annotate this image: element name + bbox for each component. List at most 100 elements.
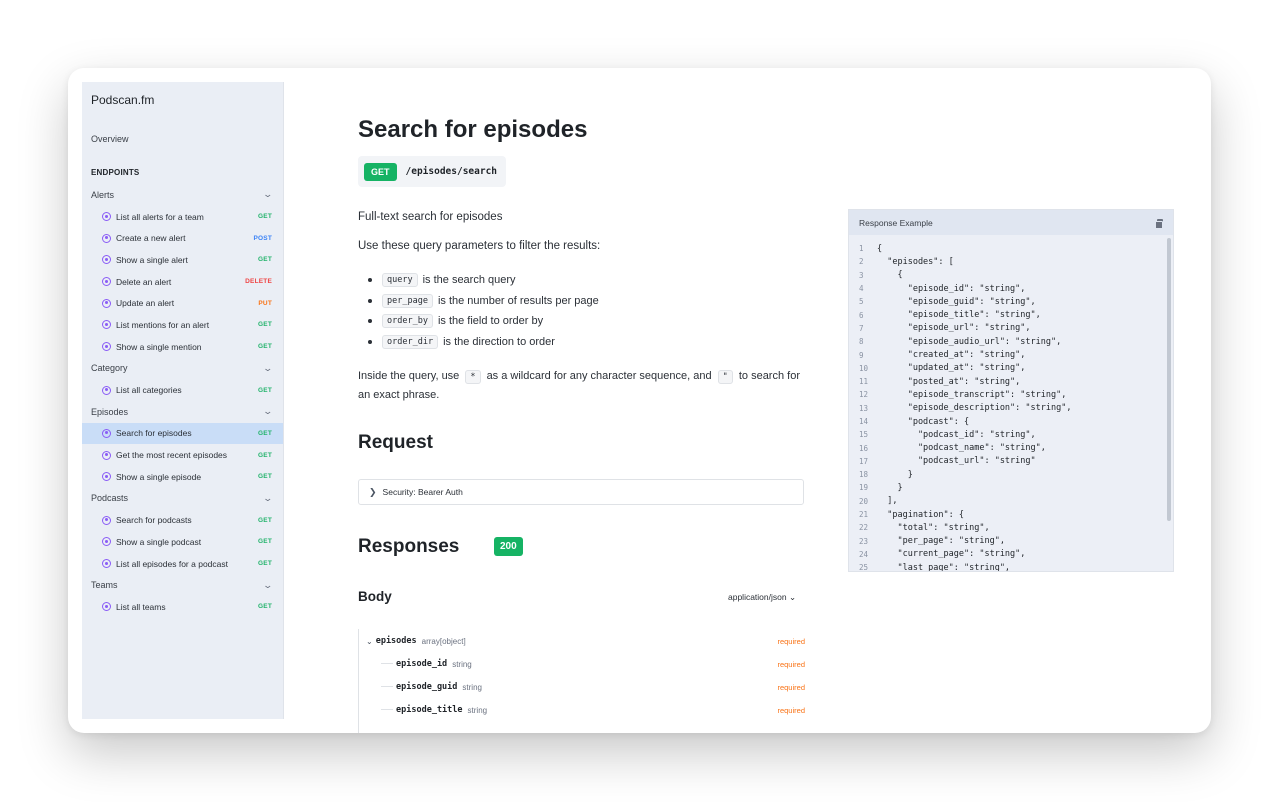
request-heading: Request bbox=[358, 432, 433, 453]
method-badge: GET bbox=[258, 516, 272, 524]
sidebar-category-teams[interactable]: Teams ⌄ bbox=[82, 574, 283, 596]
sidebar-item-label: Create a new alert bbox=[116, 233, 186, 244]
sidebar-item[interactable]: Update an alert PUT bbox=[82, 292, 283, 314]
chevron-down-icon: ⌄ bbox=[262, 492, 274, 503]
code-text: "episode_id": "string", bbox=[877, 283, 1026, 294]
code-scrollbar[interactable] bbox=[1167, 238, 1171, 521]
sidebar-item[interactable]: Show a single alert GET bbox=[82, 249, 283, 271]
param-code: order_by bbox=[382, 314, 433, 329]
response-example-title: Response Example bbox=[859, 217, 933, 228]
line-number: 10 bbox=[859, 363, 869, 373]
method-badge: GET bbox=[258, 538, 272, 546]
line-number: 3 bbox=[859, 270, 864, 280]
schema-field-type: array[object] bbox=[421, 636, 466, 646]
bullet-icon bbox=[368, 319, 372, 324]
code-line: 17 "podcast_url": "string" bbox=[849, 455, 1173, 468]
chevron-right-icon: ❯ bbox=[369, 486, 377, 497]
chevron-down-icon: ⌄ bbox=[262, 579, 274, 590]
code-line: 25 "last_page": "string", bbox=[849, 561, 1173, 571]
chevron-down-icon: ⌄ bbox=[262, 189, 274, 200]
schema-row: episode_id string required bbox=[359, 654, 805, 674]
code-text: "podcast_url": "string" bbox=[877, 456, 1036, 467]
sidebar-category-label: Teams bbox=[91, 580, 118, 591]
code-line: 15 "podcast_id": "string", bbox=[849, 428, 1173, 441]
endpoint-icon bbox=[102, 233, 111, 243]
line-number: 7 bbox=[859, 323, 864, 333]
code-text: "episode_url": "string", bbox=[877, 323, 1031, 334]
sidebar-item[interactable]: Delete an alert DELETE bbox=[82, 271, 283, 293]
method-badge: GET bbox=[258, 560, 272, 568]
method-badge: POST bbox=[253, 234, 272, 242]
code-line: 21 "pagination": { bbox=[849, 508, 1173, 521]
sidebar-item-label: Show a single episode bbox=[116, 471, 202, 482]
sidebar-overview-link[interactable]: Overview bbox=[91, 134, 129, 144]
param-item: order_dir is the direction to order bbox=[368, 332, 599, 353]
main-content: Search for episodes GET /episodes/search… bbox=[358, 68, 818, 733]
param-text: is the search query bbox=[422, 274, 516, 287]
code-line: 24 "current_page": "string", bbox=[849, 548, 1173, 561]
endpoint-icon bbox=[102, 320, 111, 330]
code-text: "episode_audio_url": "string", bbox=[877, 336, 1062, 347]
code-line: 4 "episode_id": "string", bbox=[849, 282, 1173, 295]
endpoint-icon bbox=[102, 537, 111, 547]
sidebar-item[interactable]: List all categories GET bbox=[82, 379, 283, 401]
sidebar-category-category[interactable]: Category ⌄ bbox=[82, 358, 283, 380]
sidebar-category-podcasts[interactable]: Podcasts ⌄ bbox=[82, 488, 283, 510]
code-text: "podcast": { bbox=[877, 416, 970, 427]
security-label: Security: Bearer Auth bbox=[382, 487, 463, 497]
sidebar-item[interactable]: Create a new alert POST bbox=[82, 227, 283, 249]
line-number: 8 bbox=[859, 337, 864, 347]
sidebar-category-alerts[interactable]: Alerts ⌄ bbox=[82, 184, 283, 206]
chevron-down-icon: ⌄ bbox=[262, 362, 274, 373]
sidebar-item-label: Show a single mention bbox=[116, 341, 202, 352]
line-number: 14 bbox=[859, 417, 869, 426]
copy-icon[interactable] bbox=[1155, 218, 1163, 229]
sidebar-item[interactable]: Get the most recent episodes GET bbox=[82, 444, 283, 466]
method-badge: GET bbox=[258, 343, 272, 351]
endpoint-icon bbox=[102, 342, 111, 352]
param-item: per_page is the number of results per pag… bbox=[368, 291, 599, 312]
sidebar-item[interactable]: Show a single podcast GET bbox=[82, 531, 283, 553]
sidebar-category-episodes[interactable]: Episodes ⌄ bbox=[82, 401, 283, 423]
code-text: "updated_at": "string", bbox=[877, 363, 1026, 374]
code-text: "episode_title": "string", bbox=[877, 310, 1041, 321]
sidebar-item[interactable]: Search for episodes GET bbox=[82, 422, 283, 445]
wildcard-code: * bbox=[465, 370, 481, 384]
chevron-down-icon: ⌄ bbox=[366, 636, 373, 646]
sidebar-item-label: List all alerts for a team bbox=[116, 211, 204, 222]
sidebar-item[interactable]: List all alerts for a team GET bbox=[82, 206, 283, 228]
code-line: 3 { bbox=[849, 269, 1173, 282]
line-number: 22 bbox=[859, 523, 869, 533]
code-text: ], bbox=[877, 496, 898, 507]
param-code: query bbox=[382, 273, 418, 288]
sidebar-item[interactable]: List all episodes for a podcast GET bbox=[82, 553, 283, 575]
content-type-select[interactable]: application/json ⌄ bbox=[728, 592, 796, 603]
security-toggle[interactable]: ❯ Security: Bearer Auth bbox=[358, 479, 804, 505]
status-code-tab[interactable]: 200 bbox=[494, 537, 523, 556]
route-method-badge: GET bbox=[364, 162, 397, 181]
code-line: 5 "episode_guid": "string", bbox=[849, 295, 1173, 308]
code-line: 2 "episodes": [ bbox=[849, 255, 1173, 268]
schema-row[interactable]: ⌄ episodes array[object] required bbox=[359, 631, 805, 651]
code-line: 14 "podcast": { bbox=[849, 415, 1173, 428]
brand-name[interactable]: Podscan.fm bbox=[91, 93, 154, 107]
schema-field-name: episode_guid bbox=[396, 682, 458, 692]
wildcard-note: Inside the query, use * as a wildcard fo… bbox=[358, 367, 808, 404]
content-type-value: application/json bbox=[728, 592, 787, 602]
endpoint-icon bbox=[102, 559, 111, 569]
method-badge: GET bbox=[258, 321, 272, 329]
phrase-code: " bbox=[717, 370, 733, 384]
response-code-block: 1{2 "episodes": [3 {4 "episode_id": "str… bbox=[849, 235, 1173, 571]
line-number: 19 bbox=[859, 483, 869, 493]
method-badge: GET bbox=[258, 213, 272, 221]
sidebar-item[interactable]: Show a single episode GET bbox=[82, 466, 283, 488]
route-box: GET /episodes/search bbox=[358, 156, 506, 187]
code-text: "pagination": { bbox=[877, 509, 964, 520]
sidebar-item[interactable]: List mentions for an alert GET bbox=[82, 314, 283, 336]
sidebar-item[interactable]: Search for podcasts GET bbox=[82, 509, 283, 531]
sidebar-item[interactable]: List all teams GET bbox=[82, 596, 283, 618]
code-text: "created_at": "string", bbox=[877, 350, 1026, 361]
code-line: 18 } bbox=[849, 468, 1173, 481]
sidebar-item-label: Search for episodes bbox=[116, 428, 192, 439]
sidebar-item[interactable]: Show a single mention GET bbox=[82, 336, 283, 358]
